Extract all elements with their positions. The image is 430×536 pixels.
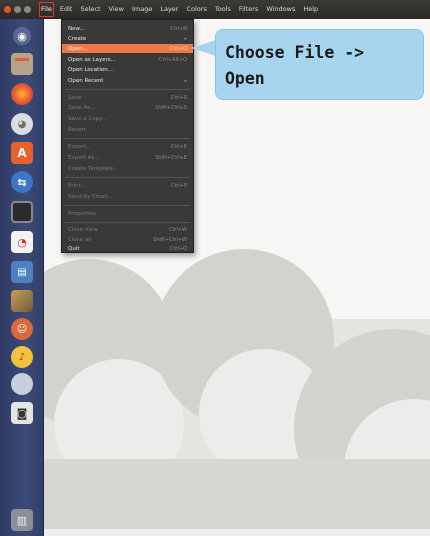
menu-item-shortcut: Ctrl+O — [169, 45, 187, 52]
files-icon[interactable] — [7, 51, 37, 77]
menu-item-close-view[interactable]: Close View Ctrl+W — [62, 225, 193, 234]
audio-app-icon[interactable]: ♪ — [7, 344, 37, 370]
menu-view[interactable]: View — [108, 3, 125, 16]
menu-bar: File Edit Select View Image Layer Colors… — [0, 0, 430, 19]
canvas-bottom-strip — [44, 529, 430, 536]
image-viewer-icon[interactable] — [7, 288, 37, 314]
firefox-icon[interactable] — [7, 81, 37, 107]
menu-item-label: Print... — [68, 182, 86, 189]
menu-item-shortcut: Ctrl+S — [170, 94, 187, 101]
menu-item-label: Save — [68, 94, 82, 101]
menu-item-shortcut: Ctrl+W — [168, 226, 187, 233]
dash-icon[interactable]: ◉ — [7, 23, 37, 49]
menu-item-label: Open... — [68, 45, 88, 52]
menu-item-new[interactable]: New... Ctrl+N — [62, 24, 193, 33]
menu-item-label: Open Recent — [68, 77, 104, 84]
menu-item-export-as[interactable]: Export As... Shift+Ctrl+E — [62, 153, 193, 162]
menu-item-label: Export... — [68, 143, 92, 150]
submenu-arrow-icon: ▸ — [184, 77, 187, 84]
menu-item-properties[interactable]: Properties — [62, 209, 193, 218]
menu-item-shortcut: Shift+Ctrl+W — [153, 236, 187, 243]
menu-item-shortcut: Shift+Ctrl+E — [155, 154, 187, 161]
menu-separator — [65, 138, 190, 139]
file-menu-dropdown: New... Ctrl+N Create ▸ Open... Ctrl+O Open … — [61, 19, 194, 253]
menu-item-export[interactable]: Export... Ctrl+E — [62, 142, 193, 151]
gimp-icon[interactable]: ◕ — [7, 111, 37, 137]
menu-item-quit[interactable]: Quit Ctrl+Q — [62, 244, 193, 253]
menu-item-shortcut: Ctrl+N — [170, 25, 187, 32]
submenu-arrow-icon: ▸ — [184, 35, 187, 42]
remote-desktop-icon[interactable]: ⇆ — [7, 169, 37, 195]
menu-item-label: Open as Layers... — [68, 56, 116, 63]
instruction-callout: Choose File -> Open — [215, 29, 424, 100]
menu-colors[interactable]: Colors — [185, 3, 207, 16]
minimize-window-button[interactable] — [14, 6, 21, 13]
callout-pointer — [191, 40, 216, 56]
menu-tools[interactable]: Tools — [214, 3, 232, 16]
menu-image[interactable]: Image — [131, 3, 153, 16]
camera-icon[interactable]: ◙ — [7, 400, 37, 426]
menu-item-print[interactable]: Print... Ctrl+P — [62, 181, 193, 190]
menu-item-shortcut: Ctrl+E — [170, 143, 187, 150]
menu-item-create[interactable]: Create ▸ — [62, 34, 193, 43]
menu-separator — [65, 177, 190, 178]
menu-item-label: Properties — [68, 210, 96, 217]
menu-item-shortcut: Ctrl+P — [170, 182, 187, 189]
menu-item-shortcut: Ctrl+Q — [169, 245, 187, 252]
menu-list: File Edit Select View Image Layer Colors… — [39, 2, 319, 17]
window-controls — [4, 6, 40, 13]
menu-item-open[interactable]: Open... Ctrl+O — [62, 44, 193, 53]
menu-item-label: Send by Email... — [68, 193, 113, 200]
menu-filters[interactable]: Filters — [238, 3, 259, 16]
close-window-button[interactable] — [4, 6, 11, 13]
disk-icon[interactable] — [7, 371, 37, 397]
menu-item-label: Export As... — [68, 154, 100, 161]
menu-item-label: Revert — [68, 126, 87, 133]
canvas-floor — [44, 459, 430, 536]
maximize-window-button[interactable] — [24, 6, 31, 13]
menu-separator — [65, 205, 190, 206]
callout-text: Choose File -> Open — [225, 43, 365, 88]
document-icon[interactable]: ▤ — [7, 259, 37, 285]
menu-item-send-email[interactable]: Send by Email... — [62, 192, 193, 201]
software-center-icon[interactable]: A — [7, 140, 37, 166]
menu-item-close-all[interactable]: Close all Shift+Ctrl+W — [62, 235, 193, 244]
menu-item-open-recent[interactable]: Open Recent ▸ — [62, 76, 193, 85]
menu-windows[interactable]: Windows — [265, 3, 296, 16]
menu-item-save[interactable]: Save Ctrl+S — [62, 93, 193, 102]
menu-layer[interactable]: Layer — [159, 3, 179, 16]
menu-file[interactable]: File — [39, 2, 54, 17]
menu-item-save-as[interactable]: Save As... Shift+Ctrl+S — [62, 103, 193, 112]
menu-help[interactable]: Help — [302, 3, 319, 16]
menu-separator — [65, 222, 190, 223]
trash-icon[interactable]: ▥ — [7, 507, 37, 533]
menu-item-label: Save a Copy... — [68, 115, 107, 122]
menu-item-label: Close View — [68, 226, 98, 233]
menu-select[interactable]: Select — [79, 3, 101, 16]
menu-item-label: Save As... — [68, 104, 96, 111]
menu-item-label: Quit — [68, 245, 80, 252]
menu-item-open-as-layers[interactable]: Open as Layers... Ctrl+Alt+O — [62, 55, 193, 64]
menu-separator — [65, 89, 190, 90]
menu-item-label: Open Location... — [68, 66, 113, 73]
menu-item-label: New... — [68, 25, 85, 32]
menu-item-shortcut: Shift+Ctrl+S — [155, 104, 187, 111]
menu-item-save-copy[interactable]: Save a Copy... — [62, 114, 193, 123]
menu-item-label: Create Template... — [68, 165, 119, 172]
menu-item-create-template[interactable]: Create Template... — [62, 164, 193, 173]
terminal-icon[interactable] — [7, 199, 37, 225]
pdf-viewer-icon[interactable]: ◔ — [7, 229, 37, 255]
app-icon[interactable]: ☺ — [7, 316, 37, 342]
menu-item-shortcut: Ctrl+Alt+O — [159, 56, 187, 63]
launcher-sidebar: ◉ ◕ A ⇆ ◔ ▤ ☺ ♪ ◙ ▥ — [0, 19, 44, 536]
menu-edit[interactable]: Edit — [59, 3, 74, 16]
menu-item-label: Create — [68, 35, 87, 42]
menu-item-revert[interactable]: Revert — [62, 125, 193, 134]
menu-item-label: Close all — [68, 236, 92, 243]
menu-item-open-location[interactable]: Open Location... — [62, 65, 193, 74]
